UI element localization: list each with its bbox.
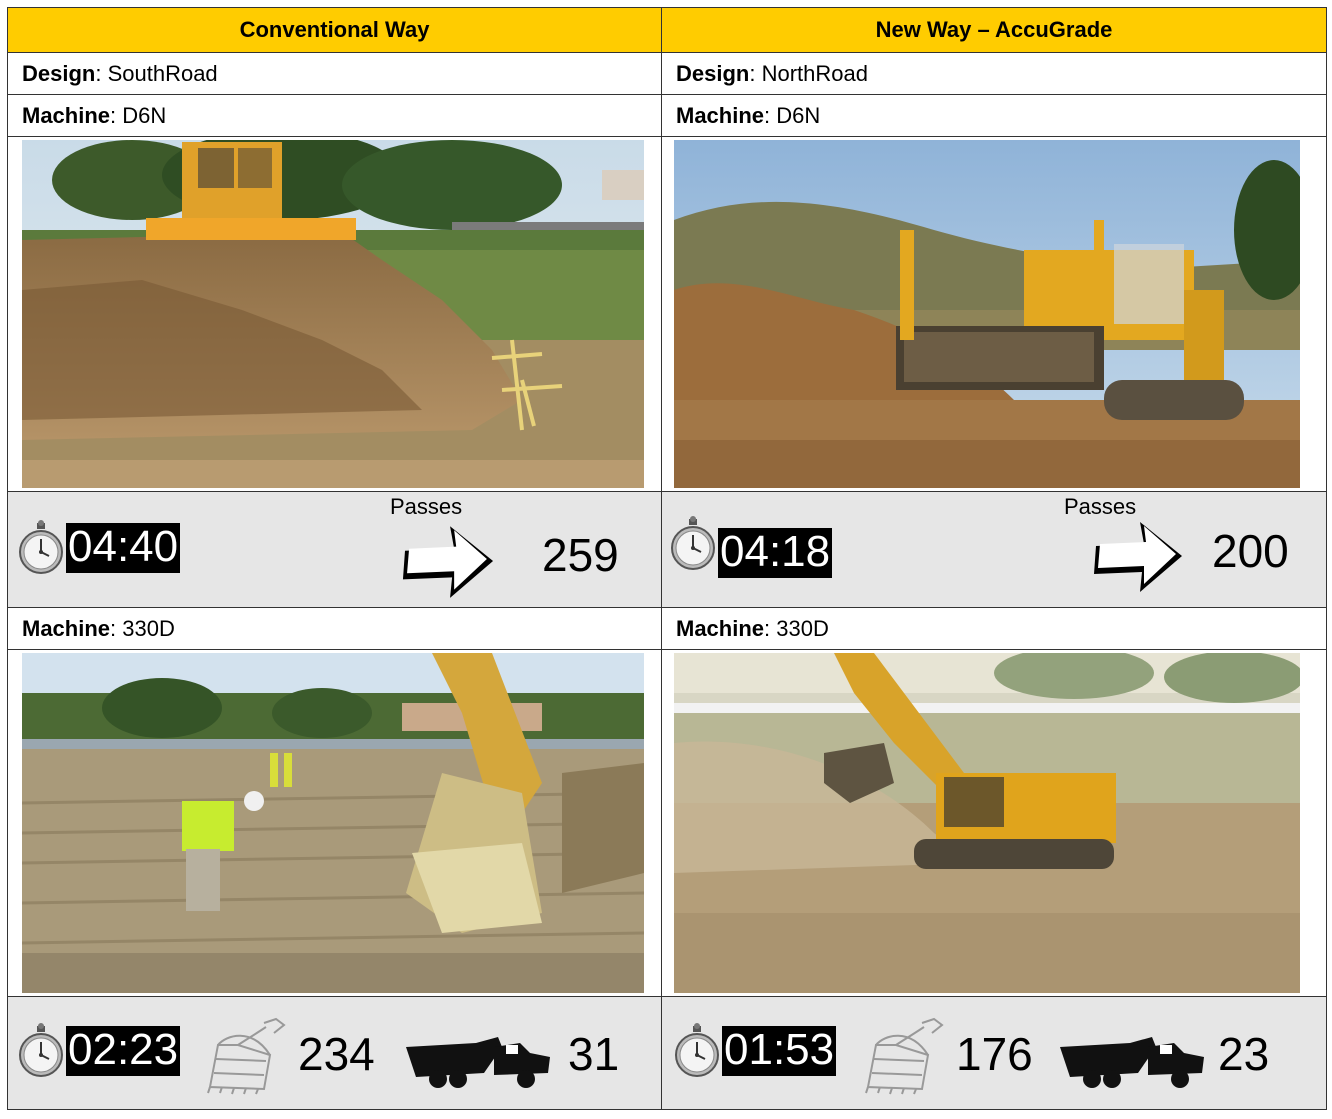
comparison-page: Conventional Way New Way – AccuGrade Des… xyxy=(0,0,1332,1119)
stopwatch-icon xyxy=(18,1023,64,1079)
timer-value: 04:18 xyxy=(718,527,833,578)
comparison-table: Conventional Way New Way – AccuGrade Des… xyxy=(7,7,1327,1110)
excavator-stats-row: 02:23 234 31 01:53 176 23 xyxy=(7,996,1327,1110)
dump-truck-icon xyxy=(402,1033,552,1089)
machine-cell-left: Machine: D6N xyxy=(7,94,662,137)
passes-count: 259 xyxy=(542,529,619,581)
design-cell-right: Design: NorthRoad xyxy=(661,52,1327,95)
timer-value: 02:23 xyxy=(66,1025,181,1076)
machine-row-excavator: Machine: 330D Machine: 330D xyxy=(7,607,1327,650)
design-cell-left: Design: SouthRoad xyxy=(7,52,662,95)
timer: 04:18 xyxy=(670,510,833,578)
machine-row-dozer: Machine: D6N Machine: D6N xyxy=(7,94,1327,137)
machine-value: : 330D xyxy=(110,615,175,641)
passes-label: Passes xyxy=(390,494,463,519)
dozer-photo-conventional xyxy=(22,140,644,488)
excavator-stats-left: 02:23 234 31 xyxy=(7,996,662,1110)
bucket-count: 234 xyxy=(298,1028,375,1080)
excavator-photo-conventional xyxy=(22,653,644,993)
arrow-right-icon xyxy=(396,518,500,604)
stopwatch-icon xyxy=(674,1023,720,1079)
bucket-icon xyxy=(862,1015,958,1095)
dozer-stats-row: 04:40 Passes 259 04:18 Passes 200 xyxy=(7,491,1327,608)
machine-label: Machine xyxy=(22,102,111,128)
design-value: : SouthRoad xyxy=(95,60,218,86)
machine-value: : D6N xyxy=(110,102,167,128)
bucket-count: 176 xyxy=(956,1028,1033,1080)
excavator-photo-row xyxy=(7,649,1327,997)
machine-value: : D6N xyxy=(764,102,821,128)
timer: 02:23 xyxy=(18,1023,181,1079)
dozer-stats-left: 04:40 Passes 259 xyxy=(7,491,662,608)
machine-label: Machine xyxy=(676,102,765,128)
header-conventional: Conventional Way xyxy=(7,7,662,53)
truck-count: 23 xyxy=(1218,1028,1270,1080)
timer: 01:53 xyxy=(674,1023,837,1079)
dozer-photo-row xyxy=(7,136,1327,492)
excavator-photo-accugrade xyxy=(674,653,1300,993)
timer-value: 04:40 xyxy=(66,522,181,573)
design-value: : NorthRoad xyxy=(749,60,868,86)
dozer-photo-cell-right xyxy=(661,136,1327,492)
truck-count: 31 xyxy=(568,1028,620,1080)
machine-label: Machine xyxy=(22,615,111,641)
timer-value: 01:53 xyxy=(722,1025,837,1076)
machine-value: : 330D xyxy=(764,615,829,641)
excavator-photo-cell-right xyxy=(661,649,1327,997)
dozer-photo-cell-left xyxy=(7,136,662,492)
timer: 04:40 xyxy=(18,520,181,576)
machine-cell-right: Machine: 330D xyxy=(661,607,1327,650)
dozer-stats-right: 04:18 Passes 200 xyxy=(661,491,1327,608)
machine-label: Machine xyxy=(676,615,765,641)
header-row: Conventional Way New Way – AccuGrade xyxy=(7,7,1327,53)
excavator-photo-cell-left xyxy=(7,649,662,997)
design-row: Design: SouthRoad Design: NorthRoad xyxy=(7,52,1327,95)
passes-count: 200 xyxy=(1212,525,1289,577)
bucket-icon xyxy=(204,1015,300,1095)
stopwatch-icon xyxy=(18,520,64,576)
dump-truck-icon xyxy=(1056,1033,1206,1089)
design-label: Design xyxy=(676,60,750,86)
excavator-stats-right: 01:53 176 23 xyxy=(661,996,1327,1110)
arrow-right-icon xyxy=(1088,514,1188,598)
machine-cell-left: Machine: 330D xyxy=(7,607,662,650)
header-accugrade: New Way – AccuGrade xyxy=(661,7,1327,53)
dozer-photo-accugrade xyxy=(674,140,1300,488)
stopwatch-icon xyxy=(670,516,716,572)
design-label: Design xyxy=(22,60,96,86)
machine-cell-right: Machine: D6N xyxy=(661,94,1327,137)
